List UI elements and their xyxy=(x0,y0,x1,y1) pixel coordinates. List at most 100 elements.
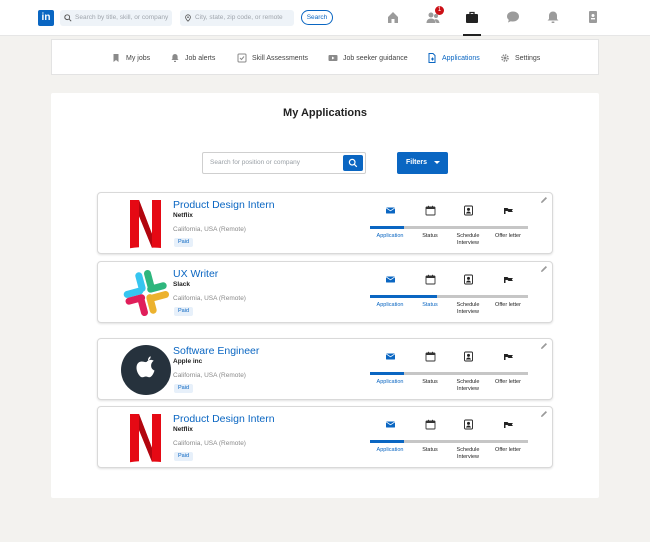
job-location: California, USA (Remote) xyxy=(173,226,246,233)
subnav-item-settings[interactable]: Settings xyxy=(500,40,540,76)
step-label: Schedule Interview xyxy=(456,447,480,460)
application-search-button[interactable] xyxy=(343,155,363,171)
status-progress-track xyxy=(370,372,528,375)
application-card[interactable]: Software Engineer Apple inc California, US… xyxy=(97,338,553,400)
subnav-item-job-seeker-guidance[interactable]: Job seeker guidance xyxy=(328,40,408,76)
step-label: Status xyxy=(422,379,438,385)
profile-card-icon[interactable] xyxy=(585,9,601,25)
job-title-link[interactable]: Software Engineer xyxy=(173,345,259,357)
offer-flag-icon xyxy=(503,272,514,283)
paid-badge: Paid xyxy=(174,384,194,393)
application-status-steps xyxy=(370,417,530,430)
checklist-icon xyxy=(237,53,247,63)
step-label: Application xyxy=(376,447,404,453)
location-search-input[interactable]: City, state, zip code, or remote xyxy=(180,10,294,26)
keyword-search-placeholder: Search by title, skill, or company xyxy=(75,14,169,21)
company-name: Netflix xyxy=(173,212,193,219)
application-search-placeholder: Search for position or company xyxy=(210,159,300,166)
home-icon[interactable] xyxy=(385,9,401,25)
subnav-item-skill-assessments[interactable]: Skill Assessments xyxy=(237,40,308,76)
edit-pencil-icon[interactable] xyxy=(540,342,548,350)
messaging-icon[interactable] xyxy=(505,9,521,25)
status-progress-track xyxy=(370,295,528,298)
application-card[interactable]: Product Design Intern Netflix California, … xyxy=(97,406,553,468)
status-progress-fill xyxy=(370,372,404,375)
subnav-label-job-seeker-guidance: Job seeker guidance xyxy=(343,54,408,62)
interview-badge-icon xyxy=(463,272,474,285)
location-search-placeholder: City, state, zip code, or remote xyxy=(195,14,283,21)
job-location: California, USA (Remote) xyxy=(173,440,246,447)
edit-pencil-icon[interactable] xyxy=(540,265,548,273)
notifications-bell-icon[interactable] xyxy=(545,9,561,25)
envelope-icon xyxy=(385,349,396,360)
paid-badge: Paid xyxy=(174,238,194,247)
bookmark-icon xyxy=(113,54,119,62)
top-navigation-bar: in Search by title, skill, or company Ci… xyxy=(0,0,650,36)
edit-pencil-icon[interactable] xyxy=(540,410,548,418)
subnav-item-applications[interactable]: Applications xyxy=(427,40,480,76)
application-status-steps xyxy=(370,349,530,362)
video-icon xyxy=(328,55,338,61)
step-label: Application xyxy=(376,379,404,385)
interview-badge-icon xyxy=(463,349,474,362)
calendar-icon xyxy=(425,349,436,362)
step-label: Application xyxy=(376,302,404,308)
active-tab-indicator xyxy=(463,34,481,36)
job-title-link[interactable]: Product Design Intern xyxy=(173,199,275,211)
status-progress-fill xyxy=(370,295,437,298)
application-card[interactable]: UX Writer Slack California, USA (Remote) Pa… xyxy=(97,261,553,323)
job-title-link[interactable]: UX Writer xyxy=(173,268,218,280)
jobs-briefcase-icon[interactable] xyxy=(464,9,480,25)
chevron-down-icon xyxy=(434,161,440,164)
gear-icon xyxy=(501,54,509,62)
document-icon xyxy=(428,53,436,63)
step-label: Schedule Interview xyxy=(456,302,480,315)
interview-badge-icon xyxy=(463,417,474,430)
step-label: Schedule Interview xyxy=(456,233,480,246)
status-progress-track xyxy=(370,226,528,229)
linkedin-logo[interactable]: in xyxy=(38,10,54,26)
calendar-icon xyxy=(425,203,436,216)
application-search-input[interactable]: Search for position or company xyxy=(202,152,366,174)
subnav-item-my-jobs[interactable]: My jobs xyxy=(111,40,150,76)
application-card[interactable]: Product Design Intern Netflix California, … xyxy=(97,192,553,254)
filters-dropdown-button[interactable]: Filters xyxy=(397,152,448,174)
status-progress-fill xyxy=(370,440,404,443)
subnav-item-job-alerts[interactable]: Job alerts xyxy=(170,40,215,76)
subnav-label-my-jobs: My jobs xyxy=(126,54,151,62)
network-icon[interactable]: 1 xyxy=(425,6,444,25)
netflix-logo xyxy=(120,412,172,464)
applications-panel: My Applications Search for position or c… xyxy=(51,93,599,498)
subnav-label-settings: Settings xyxy=(515,54,541,62)
step-label: Schedule Interview xyxy=(456,379,480,392)
offer-flag-icon xyxy=(503,417,514,428)
envelope-icon xyxy=(385,417,396,428)
keyword-search-input[interactable]: Search by title, skill, or company xyxy=(60,10,172,26)
search-button[interactable]: Search xyxy=(301,10,333,25)
company-name: Apple inc xyxy=(173,358,203,365)
step-label: Status xyxy=(422,447,438,453)
application-status-steps xyxy=(370,203,530,216)
job-location: California, USA (Remote) xyxy=(173,372,246,379)
search-icon xyxy=(64,14,72,22)
company-name: Netflix xyxy=(173,426,193,433)
job-title-link[interactable]: Product Design Intern xyxy=(173,413,275,425)
notification-badge: 1 xyxy=(435,6,444,15)
edit-pencil-icon[interactable] xyxy=(540,196,548,204)
location-pin-icon xyxy=(185,14,191,22)
subnav-label-skill-assessments: Skill Assessments xyxy=(252,54,309,62)
calendar-icon xyxy=(425,272,436,285)
netflix-logo xyxy=(120,198,172,250)
job-location: California, USA (Remote) xyxy=(173,295,246,302)
step-label: Status xyxy=(422,233,438,239)
jobs-subnav: My jobs Job alerts Skill Assessments Job… xyxy=(51,39,599,75)
offer-flag-icon xyxy=(503,349,514,360)
step-label: Offer letter xyxy=(495,302,521,308)
bell-icon xyxy=(171,54,179,62)
step-label: Application xyxy=(376,233,404,239)
apple-logo xyxy=(120,344,172,396)
step-label: Offer letter xyxy=(495,233,521,239)
step-label: Offer letter xyxy=(495,447,521,453)
step-label: Status xyxy=(422,302,438,308)
calendar-icon xyxy=(425,417,436,430)
